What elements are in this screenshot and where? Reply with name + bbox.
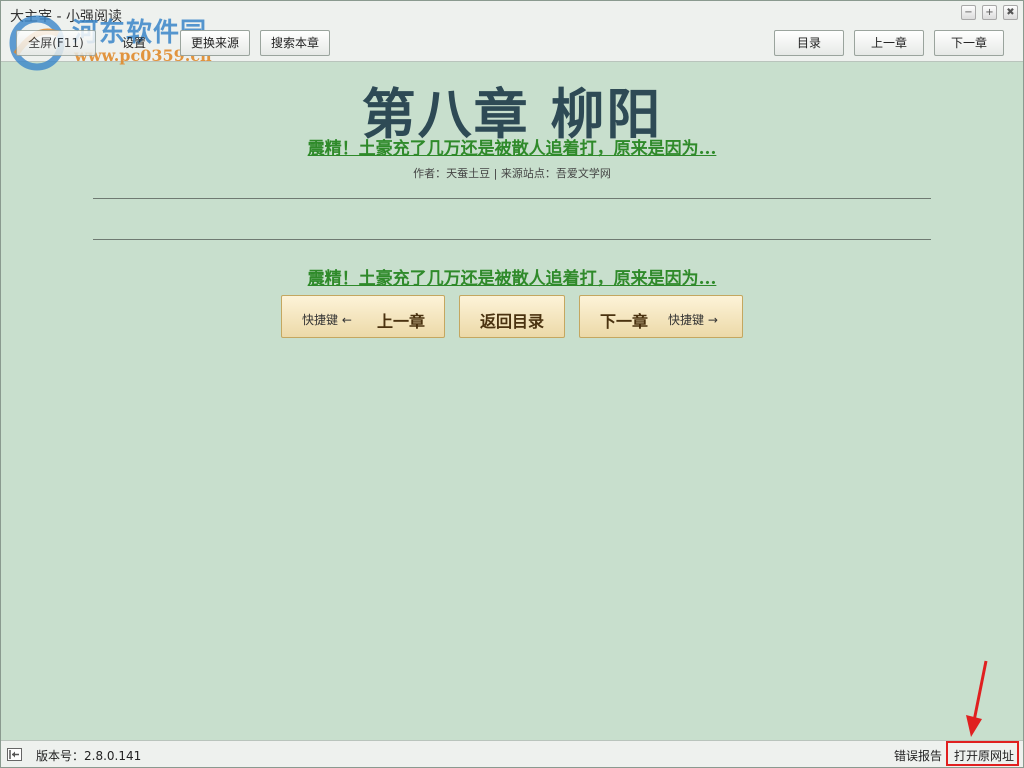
close-button[interactable]: ✖ [1003, 5, 1018, 20]
nav-prev-label: 上一章 [377, 312, 426, 331]
nav-next-label: 下一章 [600, 312, 649, 331]
error-report-link[interactable]: 错误报告 [894, 747, 942, 764]
toolbar: 大主宰 - 小强阅读 河东软件园 www.pc0359.cn 全屏(F11) 设… [0, 0, 1024, 71]
next-shortcut-hint: 快捷键 → [668, 313, 718, 327]
highlight-box [946, 741, 1019, 766]
toc-button[interactable]: 目录 [774, 30, 844, 56]
red-arrow-annotation [966, 660, 988, 737]
divider-bottom [93, 239, 931, 240]
change-source-button[interactable]: 更换来源 [180, 30, 250, 56]
prev-shortcut-hint: 快捷键 ← [302, 313, 352, 327]
minimize-button[interactable]: − [961, 5, 976, 20]
search-chapter-button[interactable]: 搜索本章 [260, 30, 330, 56]
prev-chapter-button[interactable]: 上一章 [854, 30, 924, 56]
settings-button[interactable]: 设置 [102, 30, 166, 56]
ad-link-top[interactable]: 震精！土豪充了几万还是被散人追着打，原来是因为... [0, 134, 1024, 159]
nav-next-chapter-button[interactable]: 下一章 快捷键 → [579, 295, 743, 338]
nav-toc-button[interactable]: 返回目录 [459, 295, 565, 338]
status-bar: 版本号：2.8.0.141 错误报告 打开原网址 [0, 740, 1024, 768]
ad-link-bottom[interactable]: 震精！土豪充了几万还是被散人追着打，原来是因为... [0, 264, 1024, 289]
nav-toc-label: 返回目录 [480, 312, 545, 331]
chapter-meta: 作者：天蚕土豆 | 来源站点：吾爱文学网 [413, 167, 611, 180]
exit-icon[interactable] [7, 748, 22, 761]
next-chapter-button[interactable]: 下一章 [934, 30, 1004, 56]
divider-top [93, 198, 931, 199]
version-label: 版本号：2.8.0.141 [36, 749, 142, 763]
maximize-button[interactable]: + [982, 5, 997, 20]
fullscreen-button[interactable]: 全屏(F11) [16, 30, 96, 56]
nav-prev-chapter-button[interactable]: 快捷键 ← 上一章 [281, 295, 445, 338]
